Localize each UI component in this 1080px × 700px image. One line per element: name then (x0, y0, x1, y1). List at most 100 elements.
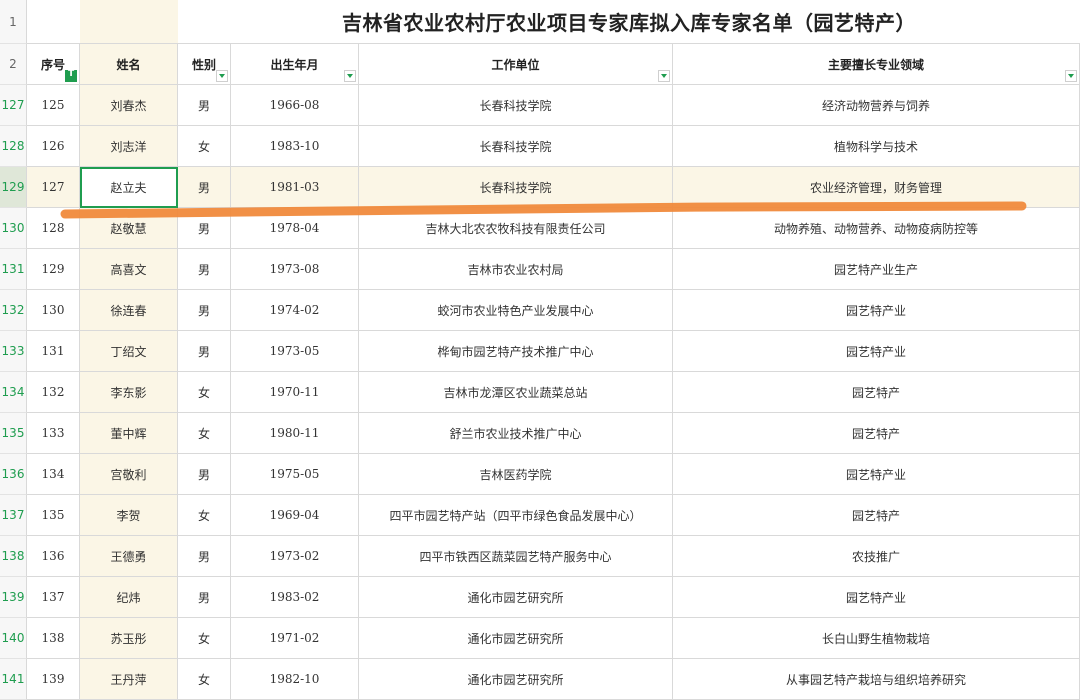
row-header[interactable]: 130 (0, 208, 27, 249)
column-header-seq[interactable]: 序号 T (27, 44, 80, 85)
cell-seq[interactable]: 138 (27, 618, 80, 659)
cell-expertise[interactable]: 动物养殖、动物营养、动物疫病防控等 (673, 208, 1080, 249)
cell-seq[interactable]: 134 (27, 454, 80, 495)
cell-employer[interactable]: 四平市铁西区蔬菜园艺特产服务中心 (359, 536, 673, 577)
cell-name[interactable]: 董中辉 (80, 413, 178, 454)
cell-seq[interactable]: 131 (27, 331, 80, 372)
cell-expertise[interactable]: 农业经济管理，财务管理 (673, 167, 1080, 208)
cell-birth[interactable]: 1966-08 (231, 85, 359, 126)
row-header[interactable]: 133 (0, 331, 27, 372)
cell-employer[interactable]: 通化市园艺研究所 (359, 577, 673, 618)
row-header[interactable]: 131 (0, 249, 27, 290)
cell-birth[interactable]: 1983-10 (231, 126, 359, 167)
cell-gender[interactable]: 男 (178, 536, 231, 577)
row-header[interactable]: 136 (0, 454, 27, 495)
column-header-expertise[interactable]: 主要擅长专业领域 (673, 44, 1080, 85)
filter-dropdown-employer[interactable] (658, 70, 670, 82)
cell-expertise[interactable]: 园艺特产业 (673, 331, 1080, 372)
cell-employer[interactable]: 四平市园艺特产站（四平市绿色食品发展中心） (359, 495, 673, 536)
cell-seq[interactable]: 133 (27, 413, 80, 454)
row-header[interactable]: 134 (0, 372, 27, 413)
cell-birth[interactable]: 1970-11 (231, 372, 359, 413)
title-row-seq-cell[interactable] (27, 0, 80, 44)
column-header-gender[interactable]: 性别 (178, 44, 231, 85)
cell-name[interactable]: 赵立夫 (80, 167, 178, 208)
cell-expertise[interactable]: 园艺特产 (673, 413, 1080, 454)
row-header[interactable]: 127 (0, 85, 27, 126)
cell-expertise[interactable]: 长白山野生植物栽培 (673, 618, 1080, 659)
cell-birth[interactable]: 1973-08 (231, 249, 359, 290)
cell-birth[interactable]: 1969-04 (231, 495, 359, 536)
cell-seq[interactable]: 125 (27, 85, 80, 126)
column-header-employer[interactable]: 工作单位 (359, 44, 673, 85)
cell-seq[interactable]: 139 (27, 659, 80, 700)
cell-employer[interactable]: 桦甸市园艺特产技术推广中心 (359, 331, 673, 372)
cell-name[interactable]: 刘春杰 (80, 85, 178, 126)
cell-gender[interactable]: 男 (178, 249, 231, 290)
cell-expertise[interactable]: 园艺特产业 (673, 454, 1080, 495)
cell-seq[interactable]: 129 (27, 249, 80, 290)
row-header-1[interactable]: 1 (0, 0, 27, 44)
row-header[interactable]: 128 (0, 126, 27, 167)
cell-name[interactable]: 王丹萍 (80, 659, 178, 700)
cell-employer[interactable]: 吉林大北农农牧科技有限责任公司 (359, 208, 673, 249)
cell-expertise[interactable]: 园艺特产 (673, 495, 1080, 536)
cell-employer[interactable]: 吉林市农业农村局 (359, 249, 673, 290)
cell-expertise[interactable]: 园艺特产业 (673, 577, 1080, 618)
cell-employer[interactable]: 长春科技学院 (359, 126, 673, 167)
filter-dropdown-gender[interactable] (216, 70, 228, 82)
cell-gender[interactable]: 女 (178, 618, 231, 659)
cell-expertise[interactable]: 经济动物营养与饲养 (673, 85, 1080, 126)
cell-expertise[interactable]: 园艺特产 (673, 372, 1080, 413)
cell-seq[interactable]: 130 (27, 290, 80, 331)
cell-gender[interactable]: 男 (178, 577, 231, 618)
cell-birth[interactable]: 1971-02 (231, 618, 359, 659)
cell-employer[interactable]: 蛟河市农业特色产业发展中心 (359, 290, 673, 331)
cell-name[interactable]: 纪炜 (80, 577, 178, 618)
cell-name[interactable]: 刘志洋 (80, 126, 178, 167)
row-header[interactable]: 132 (0, 290, 27, 331)
column-header-name[interactable]: 姓名 (80, 44, 178, 85)
cell-gender[interactable]: 男 (178, 208, 231, 249)
filter-dropdown-expertise[interactable] (1065, 70, 1077, 82)
cell-name[interactable]: 高喜文 (80, 249, 178, 290)
cell-expertise[interactable]: 植物科学与技术 (673, 126, 1080, 167)
cell-name[interactable]: 王德勇 (80, 536, 178, 577)
cell-birth[interactable]: 1980-11 (231, 413, 359, 454)
cell-seq[interactable]: 135 (27, 495, 80, 536)
cell-name[interactable]: 宫敬利 (80, 454, 178, 495)
cell-name[interactable]: 苏玉彤 (80, 618, 178, 659)
row-header[interactable]: 139 (0, 577, 27, 618)
cell-seq[interactable]: 132 (27, 372, 80, 413)
cell-gender[interactable]: 女 (178, 126, 231, 167)
cell-employer[interactable]: 舒兰市农业技术推广中心 (359, 413, 673, 454)
sheet-title[interactable]: 吉林省农业农村厅农业项目专家库拟入库专家名单（园艺特产） (178, 0, 1080, 44)
cell-employer[interactable]: 吉林医药学院 (359, 454, 673, 495)
cell-expertise[interactable]: 农技推广 (673, 536, 1080, 577)
cell-name[interactable]: 赵敬慧 (80, 208, 178, 249)
filter-dropdown-birth[interactable] (344, 70, 356, 82)
cell-gender[interactable]: 男 (178, 167, 231, 208)
row-header[interactable]: 137 (0, 495, 27, 536)
row-header[interactable]: 141 (0, 659, 27, 700)
column-header-birth[interactable]: 出生年月 (231, 44, 359, 85)
cell-birth[interactable]: 1982-10 (231, 659, 359, 700)
cell-gender[interactable]: 女 (178, 495, 231, 536)
cell-birth[interactable]: 1973-02 (231, 536, 359, 577)
cell-seq[interactable]: 136 (27, 536, 80, 577)
cell-gender[interactable]: 男 (178, 85, 231, 126)
cell-seq[interactable]: 126 (27, 126, 80, 167)
cell-birth[interactable]: 1973-05 (231, 331, 359, 372)
cell-seq[interactable]: 127 (27, 167, 80, 208)
cell-seq[interactable]: 128 (27, 208, 80, 249)
cell-gender[interactable]: 男 (178, 331, 231, 372)
cell-expertise[interactable]: 园艺特产业生产 (673, 249, 1080, 290)
row-header[interactable]: 138 (0, 536, 27, 577)
cell-employer[interactable]: 吉林市龙潭区农业蔬菜总站 (359, 372, 673, 413)
cell-employer[interactable]: 通化市园艺研究所 (359, 659, 673, 700)
cell-name[interactable]: 丁绍文 (80, 331, 178, 372)
cell-employer[interactable]: 长春科技学院 (359, 85, 673, 126)
cell-birth[interactable]: 1974-02 (231, 290, 359, 331)
cell-birth[interactable]: 1975-05 (231, 454, 359, 495)
cell-name[interactable]: 徐连春 (80, 290, 178, 331)
